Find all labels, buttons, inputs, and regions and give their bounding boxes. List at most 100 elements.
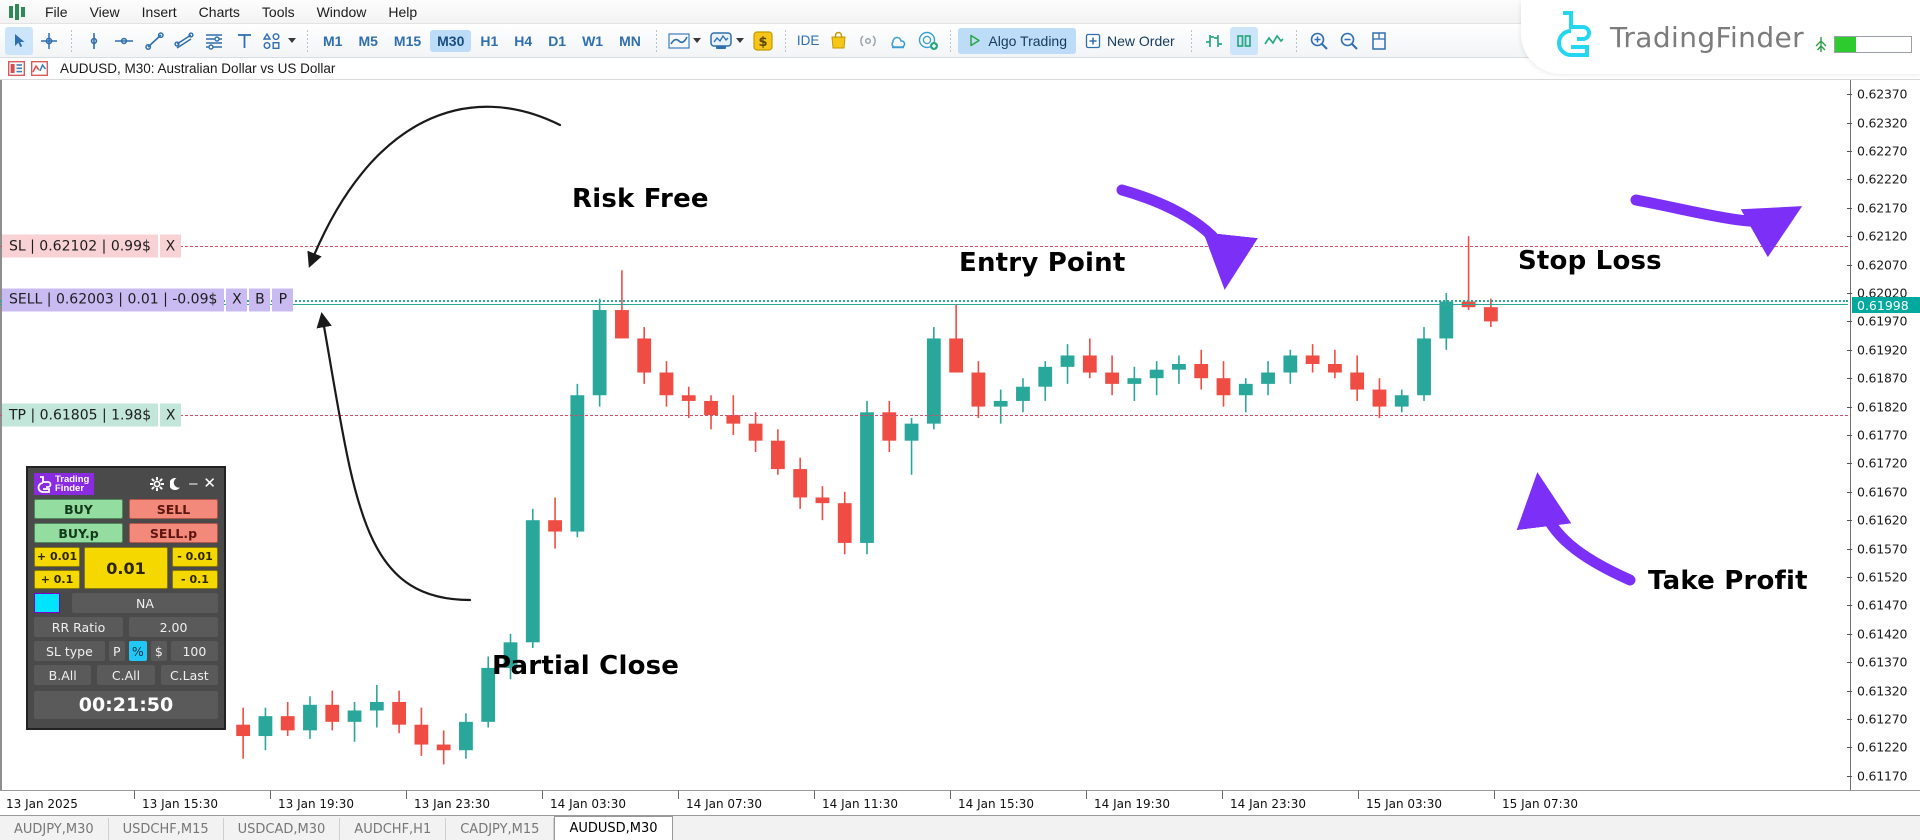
tab-usdchf-m15[interactable]: USDCHF,M15 <box>109 818 224 840</box>
buy-pending-button[interactable]: BUY.p <box>34 523 123 543</box>
close-all-buy-button[interactable]: B.All <box>34 665 92 685</box>
sl-type-point-option[interactable]: P <box>108 641 125 661</box>
zoom-in-icon[interactable] <box>1305 27 1333 55</box>
rr-ratio-value[interactable]: 2.00 <box>129 617 218 637</box>
color-swatch[interactable] <box>34 593 60 613</box>
entry-tag[interactable]: SELL | 0.62003 | 0.01 | -0.09$ X B P <box>2 288 294 312</box>
horizontal-line-icon[interactable] <box>110 27 138 55</box>
cloud-icon[interactable] <box>884 27 912 55</box>
minimize-icon[interactable]: – <box>189 476 197 491</box>
trendline-icon[interactable] <box>140 27 168 55</box>
timeframe-h1[interactable]: H1 <box>473 30 505 52</box>
timeframe-mn[interactable]: MN <box>612 30 648 52</box>
cursor-icon[interactable] <box>5 26 33 55</box>
new-order-button[interactable]: New Order <box>1076 28 1184 54</box>
sl-type-money-option[interactable]: $ <box>150 641 167 661</box>
menu-item-insert[interactable]: Insert <box>131 2 188 22</box>
sl-type-percent-option[interactable]: % <box>128 641 147 661</box>
price-tick-label: 0.61220 <box>1857 739 1908 755</box>
buy-button[interactable]: BUY <box>34 499 123 519</box>
chart-properties-icon[interactable] <box>8 61 25 76</box>
tab-audchf-h1[interactable]: AUDCHF,H1 <box>340 818 447 840</box>
take-profit-tag[interactable]: TP | 0.61805 | 1.98$ X <box>2 403 182 427</box>
vertical-line-icon[interactable] <box>80 27 108 55</box>
timeframe-m5[interactable]: M5 <box>351 30 384 52</box>
lot-minus-big-button[interactable]: - 0.1 <box>172 569 218 589</box>
tab-cadjpy-m15[interactable]: CADJPY,M15 <box>446 818 555 840</box>
panel-pending-row: BUY.p SELL.p <box>34 523 218 543</box>
shapes-icon[interactable] <box>260 27 299 55</box>
market-bag-icon[interactable] <box>824 27 852 55</box>
bar-chart-icon[interactable] <box>706 27 747 55</box>
chevron-down-icon[interactable] <box>288 38 296 43</box>
timeframe-m1[interactable]: M1 <box>316 30 349 52</box>
text-icon[interactable] <box>230 27 258 55</box>
menu-item-tools[interactable]: Tools <box>251 2 306 22</box>
gear-icon[interactable] <box>150 477 165 491</box>
candles-icon[interactable] <box>1229 26 1258 55</box>
lot-plus-big-button[interactable]: + 0.1 <box>34 569 80 589</box>
play-icon <box>967 33 982 48</box>
vps-icon[interactable] <box>914 27 942 55</box>
menu-item-file[interactable]: File <box>34 2 79 22</box>
crosshair-icon[interactable] <box>35 27 63 55</box>
signals-icon[interactable] <box>854 27 882 55</box>
timeframe-m30[interactable]: M30 <box>430 29 472 52</box>
na-field[interactable]: NA <box>72 593 218 613</box>
tab-audjpy-m30[interactable]: AUDJPY,M30 <box>0 818 109 840</box>
data-window-icon[interactable] <box>1365 27 1393 55</box>
stop-loss-close-button[interactable]: X <box>159 234 181 258</box>
tab-audusd-m30[interactable]: AUDUSD,M30 <box>554 816 673 840</box>
chart-area[interactable]: SL | 0.62102 | 0.99$ X SELL | 0.62003 | … <box>0 80 1920 790</box>
fibonacci-icon[interactable] <box>200 27 228 55</box>
price-axis[interactable]: 0.62370 0.62320 0.62270 0.62220 0.62170 0.621… <box>1847 80 1920 790</box>
sell-pending-button[interactable]: SELL.p <box>129 523 218 543</box>
toolbar-separator-1 <box>71 29 72 52</box>
timeframe-w1[interactable]: W1 <box>575 30 610 52</box>
algo-trading-button[interactable]: Algo Trading <box>958 27 1076 54</box>
menu-item-window[interactable]: Window <box>306 2 378 22</box>
entry-partial-button[interactable]: P <box>272 288 294 312</box>
price-tick <box>1847 633 1852 635</box>
close-icon[interactable]: ✕ <box>203 476 216 491</box>
line-chart-icon[interactable] <box>665 27 704 55</box>
price-tick <box>1847 406 1852 408</box>
candlestick-plot[interactable] <box>2 80 1850 790</box>
price-tick <box>1847 207 1852 209</box>
chevron-down-icon-3[interactable] <box>735 38 744 43</box>
channel-icon[interactable] <box>170 27 198 55</box>
sl-type-value[interactable]: 100 <box>170 641 218 661</box>
stop-loss-tag[interactable]: SL | 0.62102 | 0.99$ X <box>2 234 181 258</box>
menu-item-charts[interactable]: Charts <box>188 2 251 22</box>
lot-minus-small-button[interactable]: - 0.01 <box>172 547 218 567</box>
entry-close-button[interactable]: X <box>226 288 248 312</box>
tradingfinder-panel[interactable]: Trading Finder – ✕ BUY SELL BUY.p SELL.p… <box>26 466 226 730</box>
bar-chart-view-icon[interactable] <box>1200 27 1228 55</box>
line-icon[interactable] <box>1260 27 1288 55</box>
timeframe-h4[interactable]: H4 <box>507 30 539 52</box>
take-profit-close-button[interactable]: X <box>160 403 182 427</box>
lot-size-value[interactable]: 0.01 <box>84 547 168 589</box>
indicators-icon[interactable] <box>31 61 48 76</box>
price-tick-label: 0.62220 <box>1857 171 1908 187</box>
menu-item-help[interactable]: Help <box>377 2 428 22</box>
moon-icon[interactable] <box>170 477 183 491</box>
lot-increase-group: + 0.01 + 0.1 <box>34 547 80 589</box>
timeframe-d1[interactable]: D1 <box>541 30 573 52</box>
price-tick-label: 0.61870 <box>1857 370 1908 386</box>
dollar-icon[interactable]: $ <box>749 27 777 55</box>
sell-button[interactable]: SELL <box>129 499 218 519</box>
tab-usdcad-m30[interactable]: USDCAD,M30 <box>224 818 341 840</box>
close-last-button[interactable]: C.Last <box>160 665 218 685</box>
close-all-button[interactable]: C.All <box>97 665 155 685</box>
zoom-out-icon[interactable] <box>1335 27 1363 55</box>
ide-button[interactable]: IDE <box>794 27 823 55</box>
price-tick-label: 0.62270 <box>1857 143 1908 159</box>
menu-item-view[interactable]: View <box>79 2 131 22</box>
timeframe-m15[interactable]: M15 <box>387 30 428 52</box>
chevron-down-icon-2[interactable] <box>692 38 701 43</box>
lot-plus-small-button[interactable]: + 0.01 <box>34 547 80 567</box>
panel-window-controls: – ✕ <box>150 476 218 491</box>
price-tick-label: 0.61570 <box>1857 541 1908 557</box>
entry-breakeven-button[interactable]: B <box>249 288 271 312</box>
